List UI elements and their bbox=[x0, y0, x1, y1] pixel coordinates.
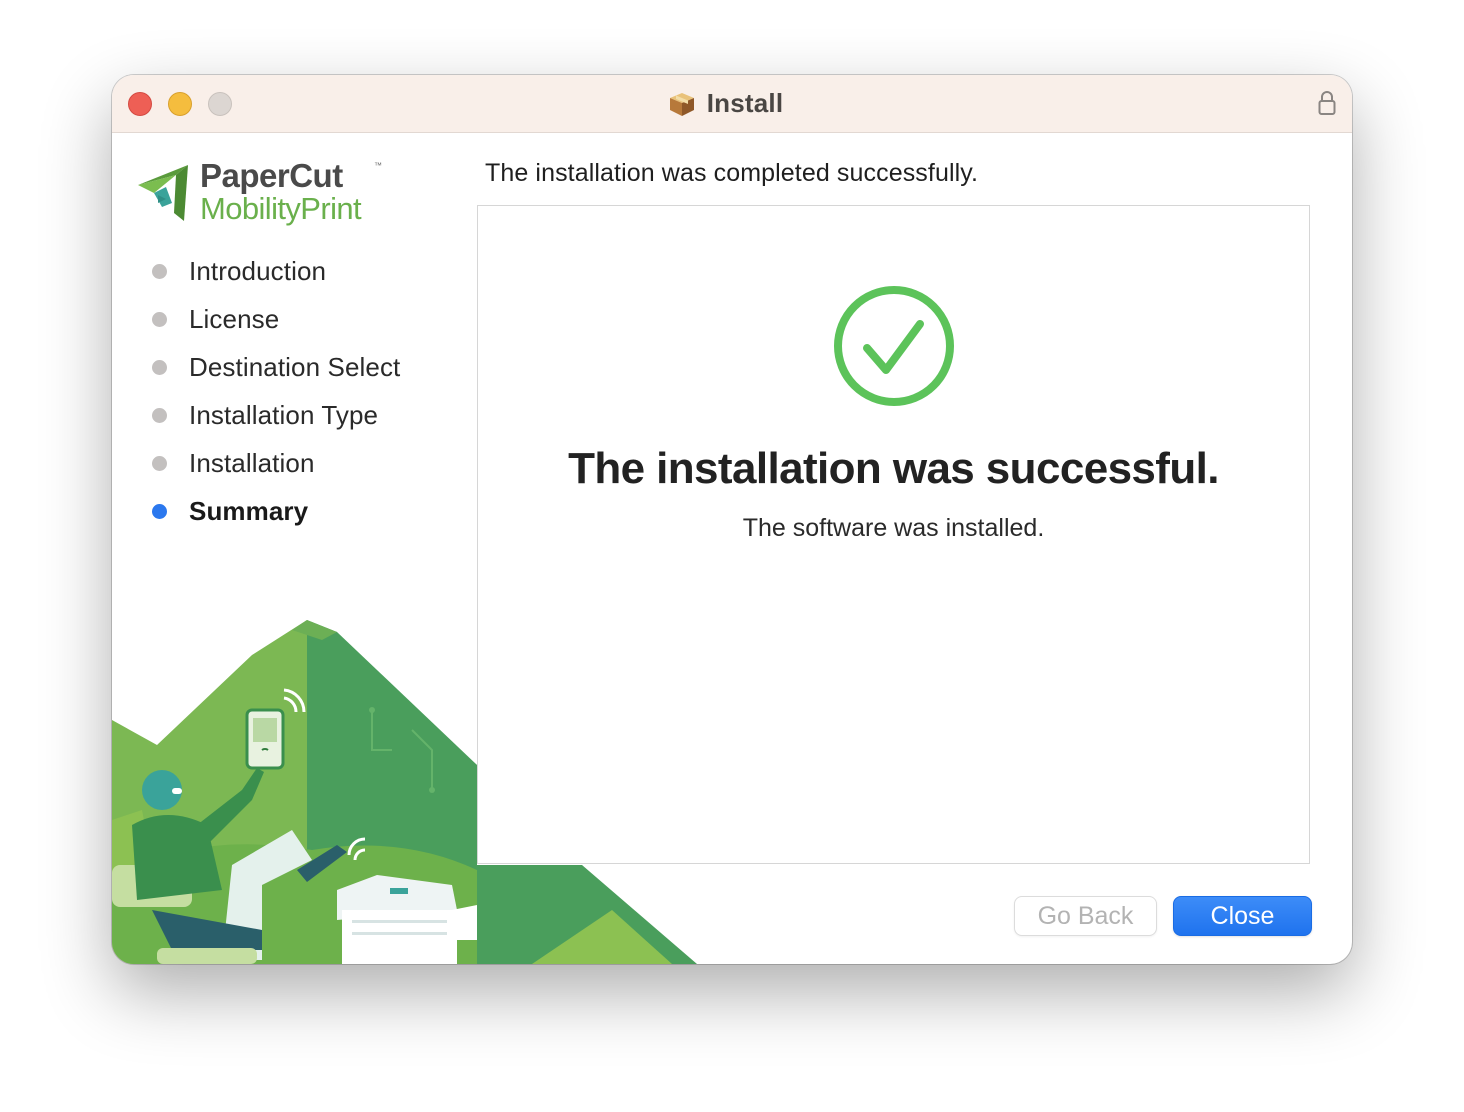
step-label: Installation Type bbox=[189, 399, 379, 430]
title-bar[interactable]: Install bbox=[112, 75, 1352, 133]
papercut-logo-icon bbox=[138, 165, 188, 221]
step-dot bbox=[152, 359, 167, 375]
step-dot bbox=[152, 311, 167, 327]
success-subtitle: The software was installed. bbox=[742, 514, 1045, 542]
step-label: Introduction bbox=[189, 255, 327, 286]
success-title: The installation was successful. bbox=[568, 444, 1219, 493]
step-installation: Installation bbox=[152, 439, 400, 487]
step-label: Installation bbox=[189, 447, 315, 478]
brand-trademark: ™ bbox=[374, 161, 382, 170]
brand-name-top: PaperCut bbox=[200, 157, 343, 194]
close-button[interactable]: Close bbox=[1173, 896, 1312, 936]
window-title-group: Install bbox=[112, 75, 1352, 132]
installer-steps: Introduction License Destination Select … bbox=[152, 247, 400, 535]
step-introduction: Introduction bbox=[152, 247, 400, 295]
step-label: Summary bbox=[189, 495, 309, 526]
summary-heading: The installation was completed successfu… bbox=[485, 159, 979, 187]
lock-icon bbox=[1318, 91, 1336, 115]
step-dot bbox=[152, 455, 167, 471]
summary-panel: The installation was successful. The sof… bbox=[477, 205, 1310, 864]
step-label: Destination Select bbox=[189, 351, 401, 382]
step-label: License bbox=[189, 303, 280, 334]
step-installation-type: Installation Type bbox=[152, 391, 400, 439]
step-summary: Summary bbox=[152, 487, 400, 535]
window-title: Install bbox=[706, 88, 784, 118]
success-checkmark-icon bbox=[834, 286, 954, 406]
package-icon bbox=[669, 92, 694, 116]
go-back-button[interactable]: Go Back bbox=[1014, 896, 1157, 936]
step-dot bbox=[152, 407, 167, 423]
step-destination-select: Destination Select bbox=[152, 343, 400, 391]
step-dot-active bbox=[152, 503, 167, 519]
installer-window: Install PaperCut ™ MobilityPrint Introdu… bbox=[112, 75, 1352, 964]
step-dot bbox=[152, 263, 167, 279]
brand-name-bottom: MobilityPrint bbox=[200, 191, 362, 226]
step-license: License bbox=[152, 295, 400, 343]
